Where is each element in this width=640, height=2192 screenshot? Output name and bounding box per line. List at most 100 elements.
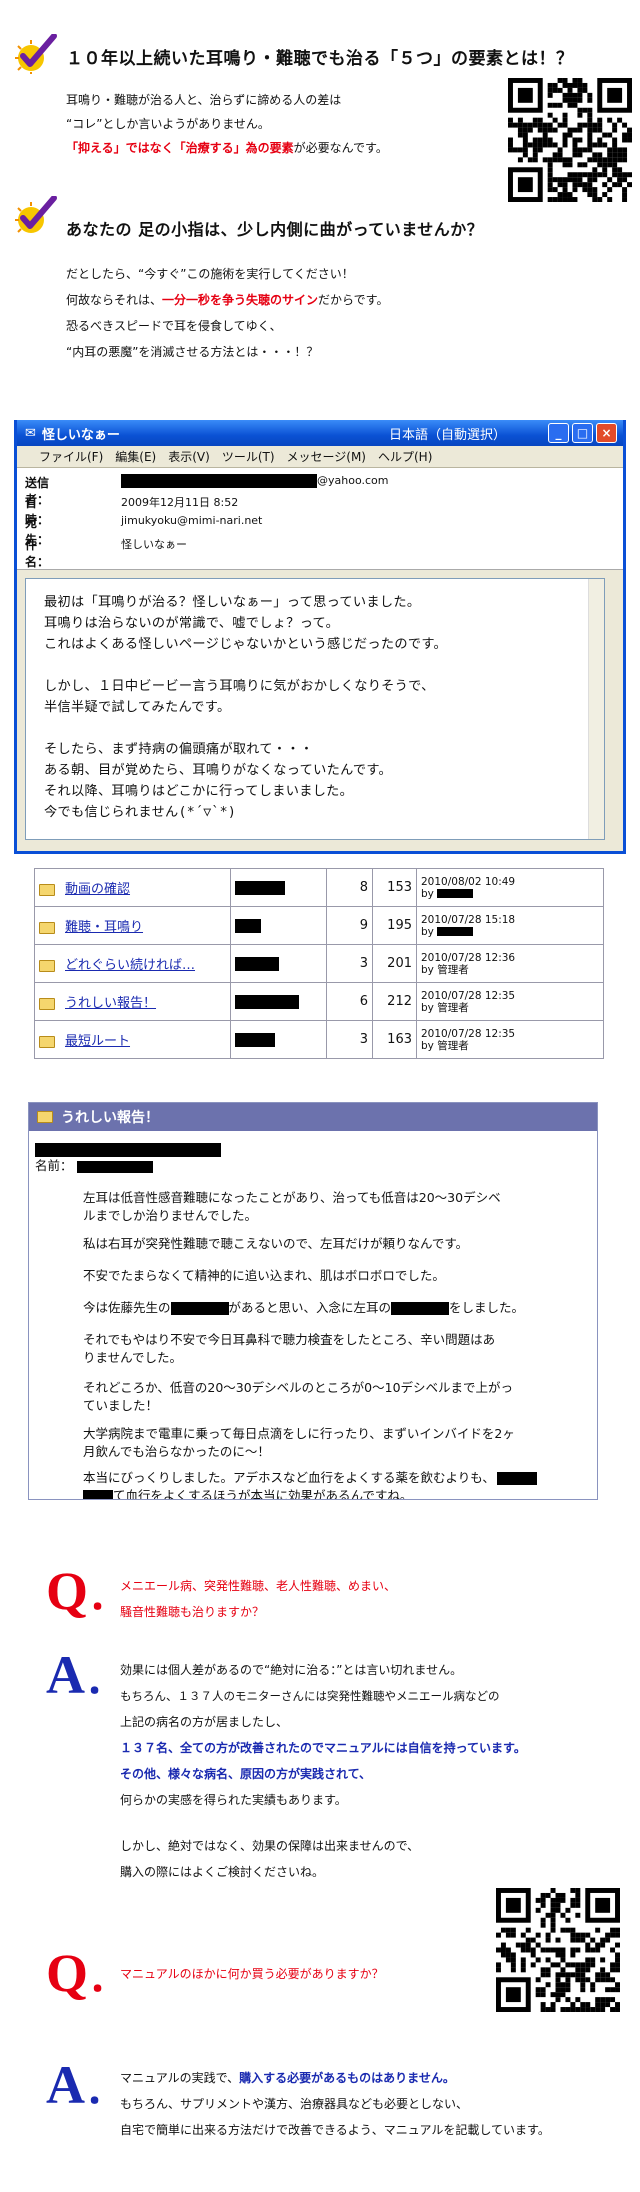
minimize-button[interactable]: _ xyxy=(548,423,569,443)
post-p2: 私は右耳が突発性難聴で聴こえないので、左耳だけが頼りなんです。 xyxy=(83,1236,469,1251)
redacted-block xyxy=(437,927,474,936)
post-title: うれしい報告！ xyxy=(61,1110,159,1126)
q-mark: Q． xyxy=(46,1561,129,1621)
table-row[interactable]: 難聴・耳鳴り 9 195 2010/07/28 15:18 by xyxy=(34,906,604,945)
email-window: ✉ 怪しいなぁー 日本語（自動選択） _ □ × ファイル(F) 編集(E) 表… xyxy=(14,420,626,854)
thread-title-cell: 最短ルート xyxy=(34,1020,231,1059)
redacted-block xyxy=(235,880,285,895)
thread-author-cell xyxy=(230,1020,327,1059)
q2-text: マニュアルのほかに何か買う必要がありますか？ xyxy=(120,1967,384,1981)
post-p1: 左耳は低音性感音難聴になったことがあり、治っても低音は20～30デシベ ルまでしか… xyxy=(83,1190,501,1223)
email-body-line: そしたら、まず持病の偏頭痛が取れて・・・ xyxy=(44,742,314,757)
a-mark: A． xyxy=(46,1645,125,1705)
redacted-block xyxy=(235,918,261,933)
menu-tools[interactable]: ツール(T) xyxy=(222,448,275,465)
a2-line1: マニュアルの実践で、購入する必要があるものはありません。 xyxy=(120,2071,455,2085)
redacted-block xyxy=(235,956,279,971)
post-p6: それどころか、低音の20～30デシベルのところが0～10デシベルまで上がっ ていま… xyxy=(83,1380,514,1413)
close-button[interactable]: × xyxy=(596,423,617,443)
email-body-line: 耳鳴りは治らないのが常識で、嘘でしょ？って。 xyxy=(44,616,340,631)
thread-views: 201 xyxy=(372,944,417,983)
email-window-title: 怪しいなぁー xyxy=(41,427,120,443)
a-mark: A． xyxy=(46,2055,125,2115)
thread-date-cell: 2010/07/28 12:35 by 管理者 xyxy=(416,982,604,1021)
a1-line7: しかし、絶対ではなく、効果の保障は出来ませんので、 xyxy=(120,1839,420,1853)
thread-link[interactable]: うれしい報告！ xyxy=(65,996,156,1011)
thread-replies: 8 xyxy=(326,868,373,907)
post-panel: うれしい報告！ 名前： 左耳は低音性感音難聴になったことがあり、治っても低音は2… xyxy=(28,1102,598,1500)
section1-line2: “コレ”としか言いようがありません。 xyxy=(66,117,270,131)
thread-replies: 3 xyxy=(326,1020,373,1059)
redacted-block xyxy=(437,889,474,898)
thread-title-cell: 難聴・耳鳴り xyxy=(34,906,231,945)
thread-link[interactable]: 最短ルート xyxy=(65,1034,130,1049)
table-row[interactable]: どれぐらい続ければ… 3 201 2010/07/28 12:36 by 管理者 xyxy=(34,944,604,983)
thread-author-cell xyxy=(230,944,327,983)
a1-line4: １３７名、全ての方が改善されたのでマニュアルには自信を持っています。 xyxy=(120,1741,526,1755)
thread-table: 動画の確認 8 153 2010/08/02 10:49 by 難聴・耳鳴り 9 195 20… xyxy=(34,868,604,1059)
thread-replies: 3 xyxy=(326,944,373,983)
a1-line2: もちろん、１３７人のモニターさんには突発性難聴やメニエール病などの xyxy=(120,1689,500,1703)
thread-views: 195 xyxy=(372,906,417,945)
redacted-block xyxy=(83,1490,113,1499)
section2-line1: だとしたら、“今すぐ”この施術を実行してください！ xyxy=(66,267,354,281)
email-body-line: 最初は「耳鳴りが治る？怪しいなぁー」って思っていました。 xyxy=(44,595,421,610)
post-p5: それでもやはり不安で今日耳鼻科で聴力検査をしたところ、辛い問題はあ りませんでした… xyxy=(83,1332,496,1365)
table-row[interactable]: 最短ルート 3 163 2010/07/28 12:35 by 管理者 xyxy=(34,1020,604,1059)
a2-line2: もちろん、サプリメントや漢方、治療器具なども必要としない、 xyxy=(120,2097,469,2111)
email-body: 最初は「耳鳴りが治る？怪しいなぁー」って思っていました。 耳鳴りは治らないのが常識… xyxy=(25,578,605,840)
to-value: jimukyoku@mimi-nari.net xyxy=(121,514,263,527)
thread-link[interactable]: どれぐらい続ければ… xyxy=(65,958,195,973)
email-body-line: これはよくある怪しいページじゃないかという感じだったのです。 xyxy=(44,637,448,652)
email-header: 送信者： @yahoo.com 日時： 2009年12月11日 8:52 宛先：… xyxy=(17,468,623,570)
thread-author-cell xyxy=(230,982,327,1021)
redacted-block xyxy=(235,1032,275,1047)
table-row[interactable]: 動画の確認 8 153 2010/08/02 10:49 by xyxy=(34,868,604,907)
redacted-block xyxy=(121,474,317,488)
thread-date-cell: 2010/07/28 12:36 by 管理者 xyxy=(416,944,604,983)
menu-message[interactable]: メッセージ(M) xyxy=(287,448,366,465)
menu-help[interactable]: ヘルプ(H) xyxy=(378,448,432,465)
thread-replies: 6 xyxy=(326,982,373,1021)
email-body-line: しかし、１日中ビービー言う耳鳴りに気がおかしくなりそうで、 xyxy=(44,679,435,694)
menu-edit[interactable]: 編集(E) xyxy=(115,448,156,465)
section1-line1: 耳鳴り・難聴が治る人と、治らずに諦める人の差は xyxy=(66,93,342,107)
table-row[interactable]: うれしい報告！ 6 212 2010/07/28 12:35 by 管理者 xyxy=(34,982,604,1021)
a1-line6: 何らかの実感を得られた実績もあります。 xyxy=(120,1793,347,1807)
post-name-row: 名前： xyxy=(35,1155,153,1174)
thread-views: 163 xyxy=(372,1020,417,1059)
section2-line2: 何故ならそれは、一分一秒を争う失聴のサインだからです。 xyxy=(66,293,389,307)
date-value: 2009年12月11日 8:52 xyxy=(121,496,239,509)
maximize-button[interactable]: □ xyxy=(572,423,593,443)
section1-heading: １０年以上続いた耳鳴り・難聴でも治る「５つ」の要素とは！？ xyxy=(66,49,574,69)
thread-title-cell: 動画の確認 xyxy=(34,868,231,907)
scrollbar[interactable] xyxy=(588,579,604,839)
thread-link[interactable]: 動画の確認 xyxy=(65,882,130,897)
folder-icon xyxy=(37,1111,53,1123)
menu-file[interactable]: ファイル(F) xyxy=(39,448,103,465)
section1-line3: 「抑える」ではなく「治療する」為の要素が必要なんです。 xyxy=(66,141,388,155)
folder-icon xyxy=(39,997,55,1010)
subject-label: 件名： xyxy=(25,538,50,569)
q1-line2: 騒音性難聴も治りますか？ xyxy=(120,1605,265,1619)
folder-icon xyxy=(39,883,55,896)
redacted-block xyxy=(391,1302,450,1315)
post-header: うれしい報告！ xyxy=(29,1103,597,1131)
post-p8: 本当にびっくりしました。アデホスなど血行をよくする薬を飲むよりも、 て血行をよくす… xyxy=(83,1469,583,1499)
thread-link[interactable]: 難聴・耳鳴り xyxy=(65,920,143,935)
menu-view[interactable]: 表示(V) xyxy=(168,448,210,465)
thread-title-cell: どれぐらい続ければ… xyxy=(34,944,231,983)
from-value: @yahoo.com xyxy=(121,474,388,488)
section2-emphasis: 一分一秒を争う失聴のサイン xyxy=(162,293,319,307)
q-mark: Q． xyxy=(46,1943,129,2003)
qr-code[interactable] xyxy=(508,78,632,202)
qr-code[interactable] xyxy=(496,1888,620,2012)
email-body-line: それ以降、耳鳴りはどこかに行ってしまいました。 xyxy=(44,784,354,799)
a2-line3: 自宅で簡単に出来る方法だけで改善できるよう、マニュアルを記載しています。 xyxy=(120,2123,550,2137)
email-title-bar[interactable]: ✉ 怪しいなぁー 日本語（自動選択） _ □ × xyxy=(17,420,623,446)
subject-value: 怪しいなぁー xyxy=(121,538,187,551)
thread-title-cell: うれしい報告！ xyxy=(34,982,231,1021)
thread-author-cell xyxy=(230,868,327,907)
folder-icon xyxy=(39,921,55,934)
redacted-block xyxy=(76,1160,153,1173)
